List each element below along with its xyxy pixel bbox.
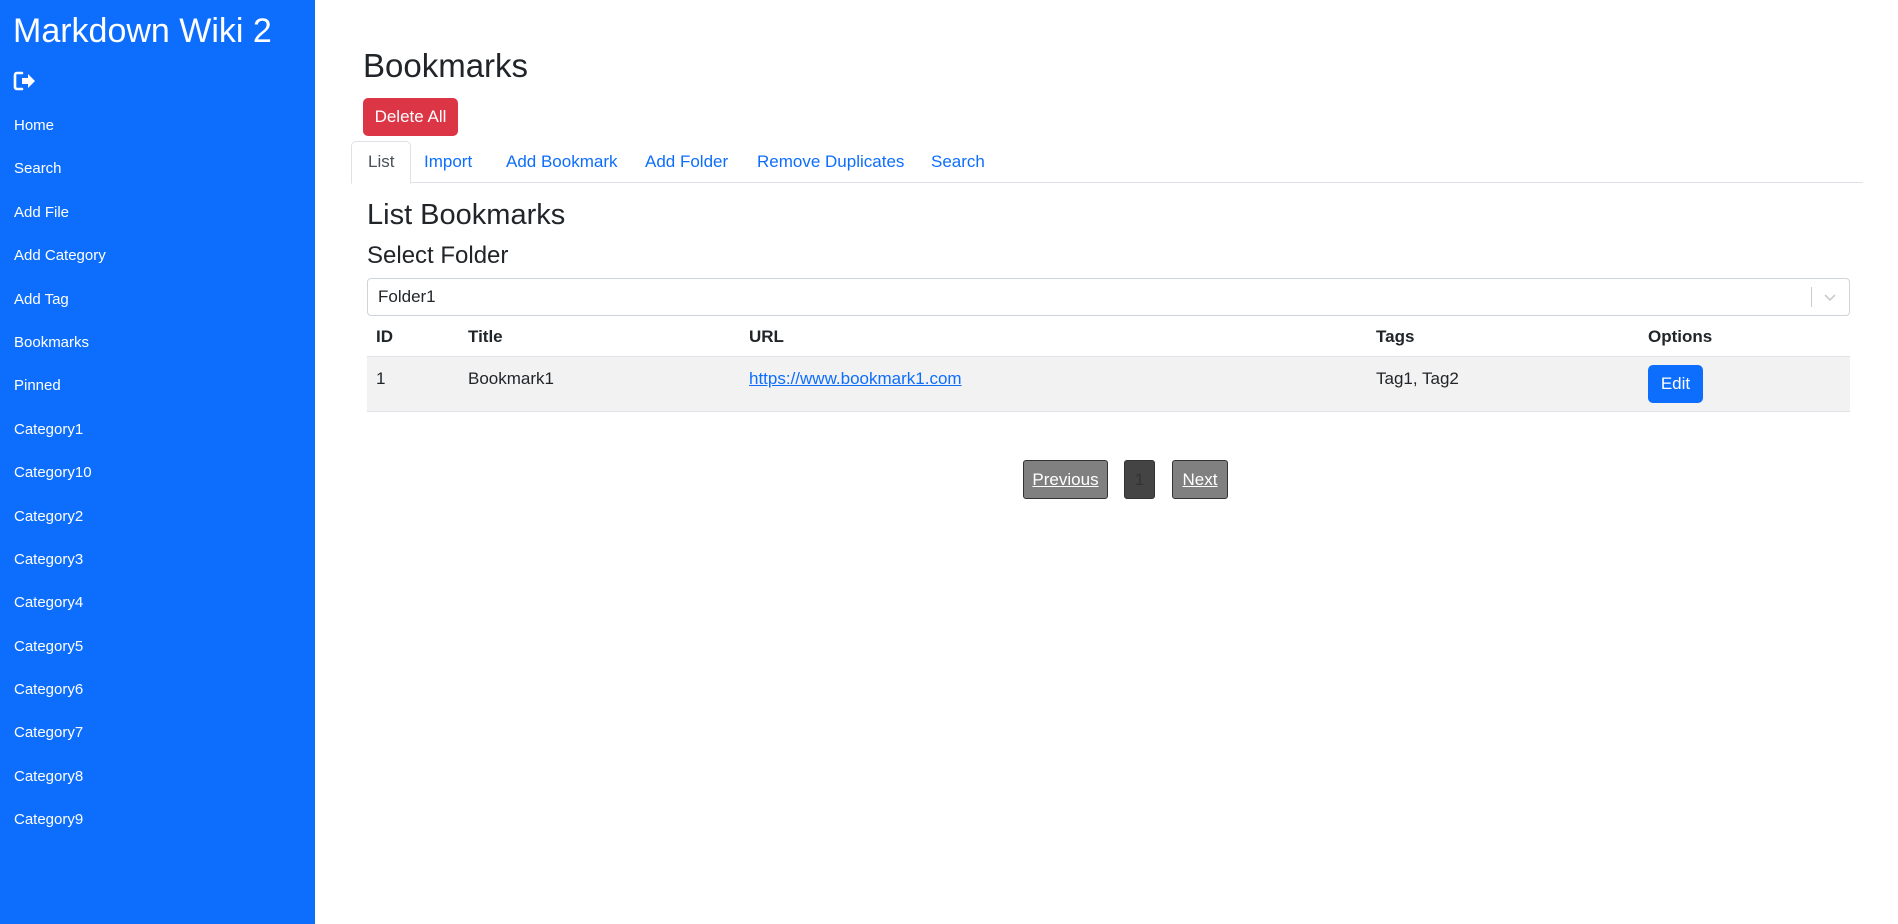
column-header-id: ID: [367, 318, 459, 357]
sidebar-item-home[interactable]: Home: [0, 104, 315, 147]
sign-out-icon[interactable]: [13, 71, 37, 91]
previous-page-button[interactable]: Previous: [1023, 460, 1108, 499]
tab-remove-duplicates[interactable]: Remove Duplicates: [757, 141, 904, 183]
sidebar-item-category3[interactable]: Category3: [0, 538, 315, 581]
edit-button[interactable]: Edit: [1648, 364, 1703, 403]
cell-tags: Tag1, Tag2: [1367, 356, 1639, 412]
sidebar-item-category9[interactable]: Category9: [0, 798, 315, 841]
sidebar-nav: Home Search Add File Add Category Add Ta…: [0, 104, 315, 842]
main-content: Bookmarks Delete All List Import Add Boo…: [315, 0, 1898, 924]
sidebar-item-category1[interactable]: Category1: [0, 408, 315, 451]
table-header-row: ID Title URL Tags Options: [367, 318, 1850, 357]
cell-options: Edit: [1639, 356, 1850, 412]
page-title: Bookmarks: [363, 47, 529, 84]
sidebar-item-category6[interactable]: Category6: [0, 668, 315, 711]
tab-list[interactable]: List: [351, 141, 412, 184]
cell-title: Bookmark1: [459, 356, 740, 412]
folder-select[interactable]: Folder1: [367, 278, 1850, 316]
sidebar-item-category4[interactable]: Category4: [0, 581, 315, 624]
table-row: 1 Bookmark1 https://www.bookmark1.com Ta…: [367, 356, 1850, 412]
column-header-url: URL: [740, 318, 1367, 357]
tab-search[interactable]: Search: [931, 141, 985, 183]
bookmark-url-link[interactable]: https://www.bookmark1.com: [749, 369, 962, 388]
sidebar-item-category5[interactable]: Category5: [0, 625, 315, 668]
tab-import[interactable]: Import: [424, 141, 472, 183]
app-title[interactable]: Markdown Wiki 2: [13, 12, 272, 51]
column-header-options: Options: [1639, 318, 1850, 357]
sidebar-item-add-tag[interactable]: Add Tag: [0, 278, 315, 321]
sidebar-item-category8[interactable]: Category8: [0, 755, 315, 798]
tab-add-folder[interactable]: Add Folder: [645, 141, 728, 183]
tab-bar: List Import Add Bookmark Add Folder Remo…: [351, 141, 1863, 184]
sidebar-item-search[interactable]: Search: [0, 147, 315, 190]
sidebar-item-add-file[interactable]: Add File: [0, 191, 315, 234]
cell-url: https://www.bookmark1.com: [740, 356, 1367, 412]
sidebar-item-category2[interactable]: Category2: [0, 495, 315, 538]
sidebar-item-bookmarks[interactable]: Bookmarks: [0, 321, 315, 364]
folder-select-value: Folder1: [378, 287, 436, 306]
bookmarks-table: ID Title URL Tags Options 1 Bookmark1 ht…: [367, 318, 1850, 412]
column-header-tags: Tags: [1367, 318, 1639, 357]
list-bookmarks-heading: List Bookmarks: [367, 199, 566, 231]
cell-id: 1: [367, 356, 459, 412]
sidebar-item-add-category[interactable]: Add Category: [0, 234, 315, 277]
next-page-button[interactable]: Next: [1172, 460, 1228, 499]
select-folder-label: Select Folder: [367, 242, 509, 269]
sidebar-item-pinned[interactable]: Pinned: [0, 364, 315, 407]
chevron-down-icon[interactable]: [1822, 289, 1838, 305]
current-page-button[interactable]: 1: [1124, 460, 1155, 499]
column-header-title: Title: [459, 318, 740, 357]
sidebar: Markdown Wiki 2 Home Search Add File Add…: [0, 0, 315, 924]
tab-add-bookmark[interactable]: Add Bookmark: [506, 141, 618, 183]
sidebar-item-category10[interactable]: Category10: [0, 451, 315, 494]
sidebar-item-category7[interactable]: Category7: [0, 711, 315, 754]
select-separator: [1811, 287, 1812, 307]
delete-all-button[interactable]: Delete All: [363, 98, 458, 136]
